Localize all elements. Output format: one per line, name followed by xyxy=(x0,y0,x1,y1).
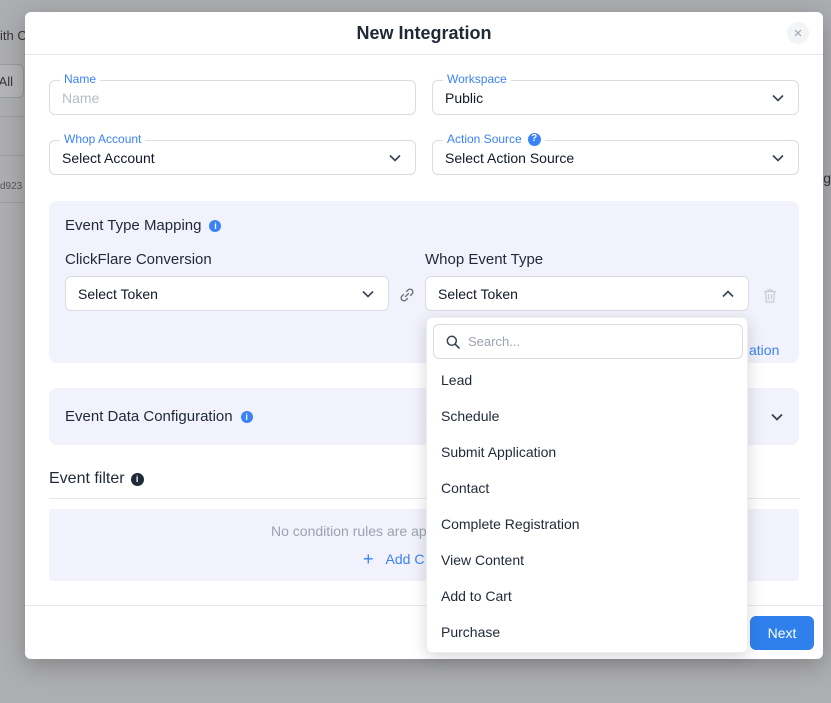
modal-header: New Integration × xyxy=(25,12,823,55)
whop-event-type-value: Select Token xyxy=(438,285,518,302)
dropdown-option-add-to-cart[interactable]: Add to Cart xyxy=(427,578,747,614)
info-icon[interactable]: i xyxy=(209,219,222,232)
event-filter-title: Event filter xyxy=(49,470,125,487)
dropdown-option-complete-registration[interactable]: Complete Registration xyxy=(427,506,747,542)
trash-icon[interactable] xyxy=(763,288,777,303)
action-source-select[interactable]: Action Source ? Select Action Source xyxy=(432,132,799,175)
link-icon xyxy=(400,288,414,302)
chevron-down-icon xyxy=(362,290,374,298)
chevron-down-icon xyxy=(772,94,784,102)
workspace-label: Workspace xyxy=(443,72,511,86)
chevron-down-icon[interactable] xyxy=(771,413,783,421)
close-button[interactable]: × xyxy=(787,22,809,44)
event-data-configuration-title: Event Data Configuration xyxy=(65,408,233,425)
close-icon: × xyxy=(793,24,803,42)
info-icon[interactable]: i xyxy=(240,410,253,423)
event-data-configuration-title-wrap: Event Data Configuration i xyxy=(65,408,253,425)
next-button[interactable]: Next xyxy=(750,616,814,650)
action-source-value: Select Action Source xyxy=(445,149,575,166)
action-source-label: Action Source xyxy=(447,132,522,146)
whop-account-label: Whop Account xyxy=(60,132,146,146)
clickflare-conversion-label: ClickFlare Conversion xyxy=(65,251,212,268)
dropdown-option-contact[interactable]: Contact xyxy=(427,470,747,506)
dropdown-option-purchase[interactable]: Purchase xyxy=(427,614,747,650)
add-mapping-link[interactable]: ation xyxy=(749,342,779,358)
name-field[interactable]: Name Name xyxy=(49,72,416,115)
help-icon[interactable]: ? xyxy=(527,132,541,146)
no-condition-rules-text: No condition rules are ap xyxy=(271,523,427,539)
chevron-down-icon xyxy=(772,154,784,162)
clickflare-conversion-select[interactable]: Select Token xyxy=(65,276,389,311)
add-condition-label: Add C xyxy=(385,551,425,567)
event-type-mapping-title: Event Type Mapping xyxy=(65,217,202,234)
name-label: Name xyxy=(60,72,101,86)
add-condition-button[interactable]: + Add C xyxy=(363,549,425,569)
search-icon xyxy=(446,335,460,349)
whop-event-type-label: Whop Event Type xyxy=(425,251,544,268)
chevron-down-icon xyxy=(389,154,401,162)
plus-icon: + xyxy=(363,549,374,569)
dropdown-search-box[interactable] xyxy=(433,324,743,359)
clickflare-conversion-value: Select Token xyxy=(78,285,158,302)
whop-account-value: Select Account xyxy=(62,149,155,166)
action-source-label-wrap: Action Source ? xyxy=(443,132,545,146)
dropdown-option-lead[interactable]: Lead xyxy=(427,362,747,398)
modal-title: New Integration xyxy=(356,22,492,43)
whop-event-type-select[interactable]: Select Token xyxy=(425,276,749,311)
whop-event-type-dropdown: Lead Schedule Submit Application Contact… xyxy=(426,317,748,653)
info-icon[interactable]: i xyxy=(130,472,144,486)
dropdown-option-schedule[interactable]: Schedule xyxy=(427,398,747,434)
chevron-up-icon xyxy=(722,289,734,297)
name-placeholder: Name xyxy=(62,89,100,106)
dropdown-search-input[interactable] xyxy=(468,334,718,349)
workspace-value: Public xyxy=(445,89,484,106)
event-type-mapping-title-wrap: Event Type Mapping i xyxy=(65,217,222,234)
whop-account-select[interactable]: Whop Account Select Account xyxy=(49,132,416,175)
event-filter-title-wrap: Event filter i xyxy=(49,470,144,488)
workspace-select[interactable]: Workspace Public xyxy=(432,72,799,115)
dropdown-option-submit-application[interactable]: Submit Application xyxy=(427,434,747,470)
dropdown-option-view-content[interactable]: View Content xyxy=(427,542,747,578)
